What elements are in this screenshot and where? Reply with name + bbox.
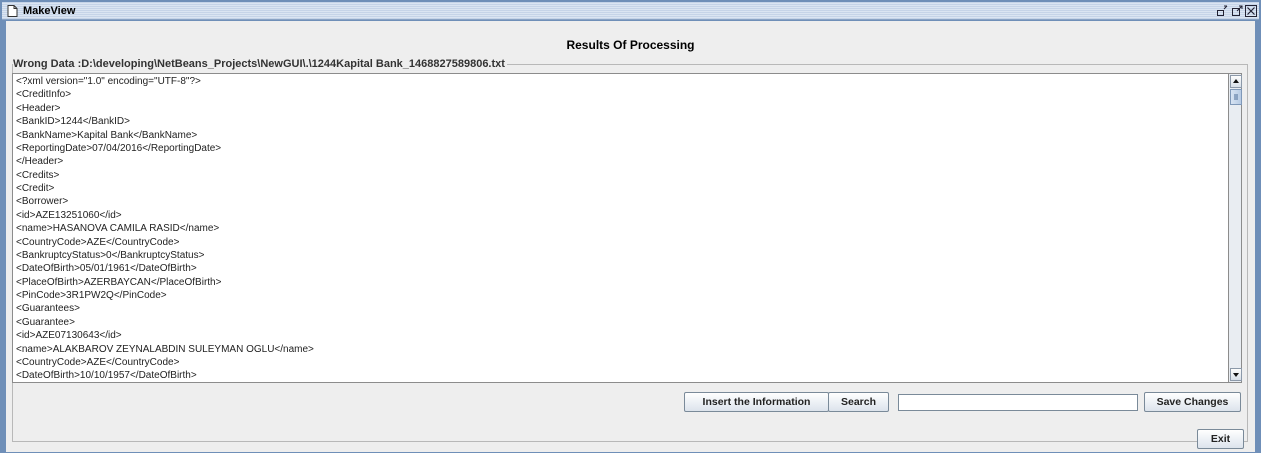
minimize-icon[interactable]: [1216, 5, 1228, 17]
main-panel: Results Of Processing Wrong Data :D:\dev…: [6, 21, 1255, 452]
xml-text-area[interactable]: <?xml version="1.0" encoding="UTF-8"?> <C…: [12, 73, 1228, 383]
xml-line: <BankName>Kapital Bank</BankName>: [16, 129, 198, 141]
window-title: MakeView: [23, 5, 76, 17]
xml-line: <DateOfBirth>05/01/1961</DateOfBirth>: [16, 263, 197, 275]
xml-line: <id>AZE13251060</id>: [16, 209, 122, 221]
save-changes-button[interactable]: Save Changes: [1144, 392, 1241, 412]
window-frame: MakeView Results Of Processing Wrong Dat…: [0, 0, 1261, 453]
xml-line: </Header>: [16, 156, 64, 168]
close-icon[interactable]: [1245, 5, 1257, 17]
xml-line: <DateOfBirth>10/10/1957</DateOfBirth>: [16, 370, 197, 382]
xml-lines: <?xml version="1.0" encoding="UTF-8"?> <C…: [16, 75, 314, 382]
xml-line: <Credit>: [16, 183, 55, 194]
arrow-down-icon: [1233, 373, 1239, 377]
group-title: Wrong Data :D:\developing\NetBeans_Proje…: [13, 57, 507, 71]
exit-button[interactable]: Exit: [1197, 429, 1244, 449]
xml-line: <Header>: [16, 102, 61, 114]
scroll-down-button[interactable]: [1230, 368, 1242, 381]
search-button[interactable]: Search: [828, 392, 889, 412]
scroll-thumb[interactable]: [1230, 89, 1242, 105]
insert-information-button[interactable]: Insert the Information: [684, 392, 829, 412]
xml-line: <id>AZE07130643</id>: [16, 330, 122, 342]
xml-line: <Guarantee>: [16, 316, 75, 328]
xml-line: <Guarantees>: [16, 303, 80, 315]
title-bar[interactable]: MakeView: [2, 2, 1259, 20]
xml-line: <CreditInfo>: [16, 89, 72, 101]
xml-line: <BankID>1244</BankID>: [16, 116, 130, 128]
maximize-icon[interactable]: [1231, 5, 1243, 17]
search-input[interactable]: [898, 394, 1138, 411]
xml-line: <CountryCode>AZE</CountryCode>: [16, 236, 180, 248]
xml-line: <BankruptcyStatus>0</BankruptcyStatus>: [16, 249, 205, 261]
xml-line: <ReportingDate>07/04/2016</ReportingDate…: [16, 142, 222, 154]
grip-icon: [1234, 94, 1238, 100]
xml-line: <Credits>: [16, 169, 60, 181]
xml-line: <?xml version="1.0" encoding="UTF-8"?>: [16, 76, 201, 87]
xml-line: <PlaceOfBirth>AZERBAYCAN</PlaceOfBirth>: [16, 276, 222, 288]
xml-line: <PinCode>3R1PW2Q</PinCode>: [16, 290, 167, 301]
xml-line: <Borrower>: [16, 196, 69, 208]
vertical-scrollbar[interactable]: [1228, 73, 1242, 383]
xml-line: <name>HASANOVA CAMILA RASID</name>: [16, 223, 220, 235]
scroll-up-button[interactable]: [1230, 75, 1242, 88]
xml-line: <name>ALAKBAROV ZEYNALABDIN SULEYMAN OGL…: [16, 343, 314, 355]
arrow-up-icon: [1233, 79, 1239, 83]
page-title: Results Of Processing: [566, 38, 695, 52]
xml-line: <CountryCode>AZE</CountryCode>: [16, 356, 180, 368]
document-icon: [7, 5, 18, 17]
